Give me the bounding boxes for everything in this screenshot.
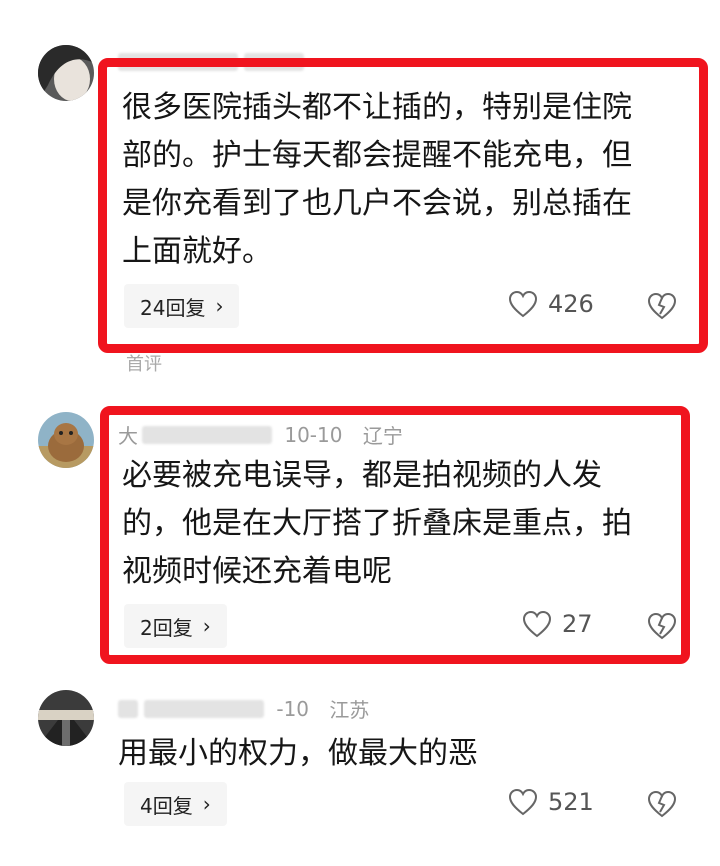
- comment-line: 上面就好。: [122, 234, 272, 269]
- heart-icon: [508, 788, 538, 816]
- comment-author-meta: [118, 48, 310, 72]
- avatar-image: [38, 690, 94, 746]
- comment-line: 很多医院插头都不让插的，特别是住院: [122, 90, 632, 125]
- comment-location: 江苏: [329, 698, 370, 722]
- dislike-button[interactable]: [647, 612, 677, 644]
- broken-heart-icon: [647, 612, 677, 640]
- like-button[interactable]: 426: [508, 290, 594, 318]
- chevron-right-icon: ›: [202, 792, 211, 816]
- comment-line: 视频时候还充着电呢: [122, 554, 392, 589]
- chevron-right-icon: ›: [202, 614, 211, 638]
- like-button[interactable]: 27: [522, 610, 593, 638]
- replies-button[interactable]: 24回复 ›: [124, 284, 240, 328]
- comment-line: 的，他是在大厅搭了折叠床是重点，拍: [122, 506, 632, 541]
- comment-text: 必要被充电误导，都是拍视频的人发 的，他是在大厅搭了折叠床是重点，拍 视频时候还…: [122, 452, 632, 596]
- like-count: 426: [548, 290, 594, 318]
- comment-date: -10: [276, 696, 310, 721]
- comment-line: 部的。护士每天都会提醒不能充电，但: [122, 138, 632, 173]
- comment-location: 辽宁: [362, 424, 403, 448]
- like-count: 27: [562, 610, 593, 638]
- replies-count: 2回复: [140, 615, 193, 640]
- avatar[interactable]: [38, 45, 94, 101]
- replies-button[interactable]: 4回复 ›: [124, 782, 227, 826]
- avatar-image: [38, 412, 94, 468]
- replies-button[interactable]: 2回复 ›: [124, 604, 227, 648]
- comment-line: 是你充看到了也几户不会说，别总插在: [122, 186, 632, 221]
- avatar[interactable]: [38, 690, 94, 746]
- heart-icon: [522, 610, 552, 638]
- heart-icon: [508, 290, 538, 318]
- like-button[interactable]: 521: [508, 788, 594, 816]
- comment-line: 用最小的权力，做最大的恶: [118, 736, 478, 771]
- comment-text: 很多医院插头都不让插的，特别是住院 部的。护士每天都会提醒不能充电，但 是你充看…: [122, 84, 632, 276]
- author-name: 大: [118, 424, 138, 448]
- avatar-image: [38, 45, 94, 101]
- comment-date: 10-10: [284, 422, 343, 447]
- broken-heart-icon: [647, 292, 677, 320]
- comment-line: 必要被充电误导，都是拍视频的人发: [122, 458, 602, 493]
- broken-heart-icon: [647, 790, 677, 818]
- avatar[interactable]: [38, 412, 94, 468]
- like-count: 521: [548, 788, 594, 816]
- comment-author-meta: -10 江苏: [118, 694, 383, 723]
- comment-screen: { "comments": [ { "text_lines": ["很多医院插头…: [0, 0, 720, 866]
- replies-count: 24回复: [140, 295, 206, 320]
- comment-author-meta: 大 10-10 辽宁: [118, 420, 417, 449]
- dislike-button[interactable]: [647, 292, 677, 324]
- dislike-button[interactable]: [647, 790, 677, 822]
- first-comment-label: 首评: [126, 354, 162, 375]
- replies-count: 4回复: [140, 793, 193, 818]
- comment-text: 用最小的权力，做最大的恶: [118, 730, 478, 778]
- chevron-right-icon: ›: [215, 294, 224, 318]
